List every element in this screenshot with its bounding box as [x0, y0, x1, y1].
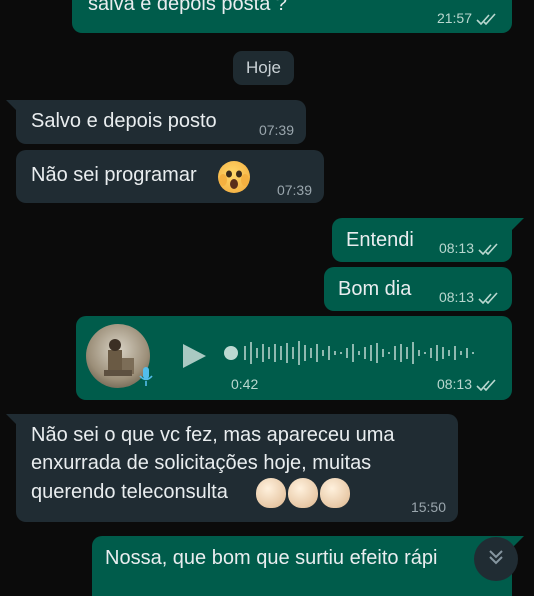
message-text: Entendi	[346, 229, 414, 251]
double-check-icon	[478, 243, 500, 255]
play-icon[interactable]	[180, 342, 208, 375]
message-text: Salvo e depois posto	[31, 110, 217, 132]
message-time: 07:39	[276, 182, 312, 198]
double-check-icon	[476, 379, 498, 391]
message-time: 15:50	[410, 499, 446, 515]
message-text: Nossa, que bom que surtiu efeito rápi	[105, 545, 475, 572]
voice-message[interactable]: 0:42 08:13	[76, 316, 512, 400]
message-incoming[interactable]: Não sei o que vc fez, mas apareceu uma e…	[16, 414, 458, 522]
message-text: Não sei programar	[31, 164, 197, 186]
message-text: salva e depois posta ?	[88, 0, 288, 15]
double-check-icon	[476, 13, 498, 25]
voice-duration: 0:42	[231, 376, 259, 392]
message-time: 08:13	[439, 289, 500, 305]
bubble-tail	[6, 414, 18, 426]
message-incoming[interactable]: Não sei programar 07:39	[16, 150, 324, 203]
message-outgoing[interactable]: Entendi 08:13	[332, 218, 512, 262]
date-separator: Hoje	[233, 51, 294, 85]
double-chevron-down-icon	[486, 547, 506, 572]
clapping-hands-icon	[256, 478, 286, 508]
clapping-hands-icon	[288, 478, 318, 508]
time-label: 21:57	[436, 10, 472, 26]
time-label: 08:13	[438, 240, 474, 256]
message-line: querendo teleconsulta	[31, 481, 228, 503]
time-label: 08:13	[438, 289, 474, 305]
message-time: 07:39	[258, 122, 294, 138]
message-incoming[interactable]: Salvo e depois posto 07:39	[16, 100, 306, 144]
message-text: Bom dia	[338, 278, 412, 300]
scream-face-icon	[218, 161, 250, 193]
message-text-content: Nossa, que bom que surtiu efeito rápi	[105, 547, 438, 569]
microphone-icon	[138, 366, 154, 393]
bubble-tail	[6, 100, 18, 112]
message-time: 08:13	[437, 376, 498, 392]
waveform[interactable]	[224, 338, 494, 368]
message-outgoing[interactable]: salva e depois posta ? 21:57	[72, 0, 512, 33]
message-outgoing[interactable]: Bom dia 08:13	[324, 267, 512, 311]
message-line: enxurrada de solicitações hoje, muitas	[31, 452, 372, 474]
message-outgoing[interactable]: Nossa, que bom que surtiu efeito rápi	[92, 536, 512, 596]
message-time: 21:57	[437, 10, 498, 26]
double-check-icon	[478, 292, 500, 304]
scroll-to-bottom-button[interactable]	[474, 537, 518, 581]
message-line: Não sei o que vc fez, mas apareceu uma	[31, 424, 395, 446]
time-label: 08:13	[436, 376, 472, 392]
clapping-hands-icon	[320, 478, 350, 508]
bubble-tail	[512, 218, 524, 230]
message-time: 08:13	[439, 240, 500, 256]
